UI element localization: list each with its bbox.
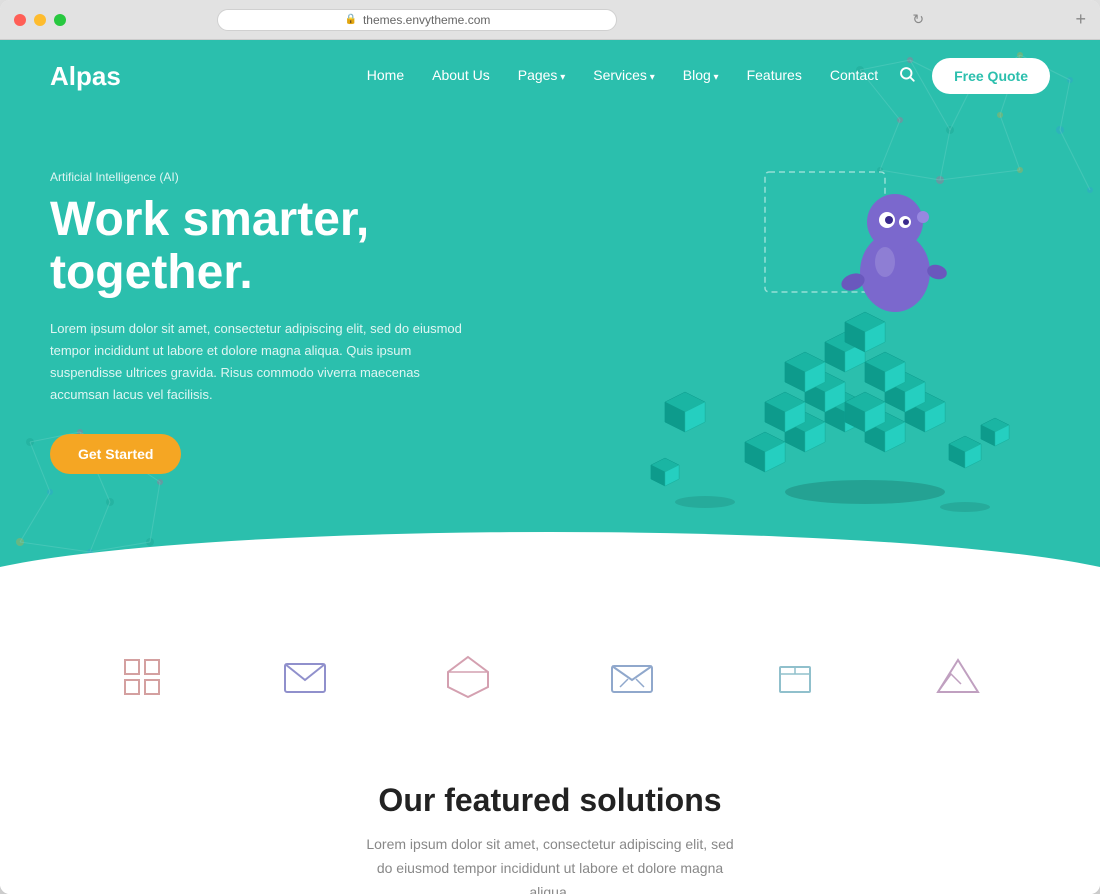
site-logo[interactable]: Alpas [50,61,121,92]
mac-window: 🔒 themes.envytheme.com ↻ + [0,0,1100,894]
hero-title: Work smarter, together. [50,194,530,300]
free-quote-button[interactable]: Free Quote [932,58,1050,94]
nav-blog[interactable]: Blog [683,67,719,85]
frame-icon [117,652,167,702]
mountain-icon [933,652,983,702]
lock-icon: 🔒 [345,14,357,25]
featured-title: Our featured solutions [60,782,1040,819]
get-started-button[interactable]: Get Started [50,434,181,474]
nav-about[interactable]: About Us [432,67,490,85]
hero-body: Artificial Intelligence (AI) Work smarte… [0,112,1100,592]
strip-icon-4 [597,642,667,712]
maximize-button[interactable] [54,14,66,26]
strip-icon-1 [107,642,177,712]
nav-home[interactable]: Home [367,67,404,85]
nav-links: Home About Us Pages Services Blog Featur… [367,67,878,85]
hero-illustration [530,132,1050,512]
strip-icon-2 [270,642,340,712]
refresh-icon[interactable]: ↻ [912,11,924,28]
minimize-button[interactable] [34,14,46,26]
url-bar[interactable]: 🔒 themes.envytheme.com [217,9,617,31]
nav-features[interactable]: Features [747,67,802,85]
nav-pages[interactable]: Pages [518,67,566,85]
isometric-cubes-svg [565,152,1015,512]
hero-section: Alpas Home About Us Pages Services Blog … [0,40,1100,592]
diamond-icon [443,652,493,702]
hero-text: Artificial Intelligence (AI) Work smarte… [50,170,530,474]
strip-icon-6 [923,642,993,712]
icons-strip [0,592,1100,752]
featured-description: Lorem ipsum dolor sit amet, consectetur … [360,833,740,894]
layers-icon [607,652,657,702]
close-button[interactable] [14,14,26,26]
nav-services[interactable]: Services [593,67,655,85]
add-tab-button[interactable]: + [1075,9,1086,30]
strip-icon-3 [433,642,503,712]
box-icon [770,652,820,702]
envelope-icon [280,652,330,702]
strip-icon-5 [760,642,830,712]
search-icon[interactable] [898,65,916,88]
navbar: Alpas Home About Us Pages Services Blog … [0,40,1100,112]
hero-description: Lorem ipsum dolor sit amet, consectetur … [50,318,470,406]
site-content: Alpas Home About Us Pages Services Blog … [0,40,1100,894]
featured-section: Our featured solutions Lorem ipsum dolor… [0,752,1100,894]
hero-subtitle: Artificial Intelligence (AI) [50,170,530,184]
nav-contact[interactable]: Contact [830,67,878,85]
url-text: themes.envytheme.com [363,13,490,27]
mac-titlebar: 🔒 themes.envytheme.com ↻ + [0,0,1100,40]
